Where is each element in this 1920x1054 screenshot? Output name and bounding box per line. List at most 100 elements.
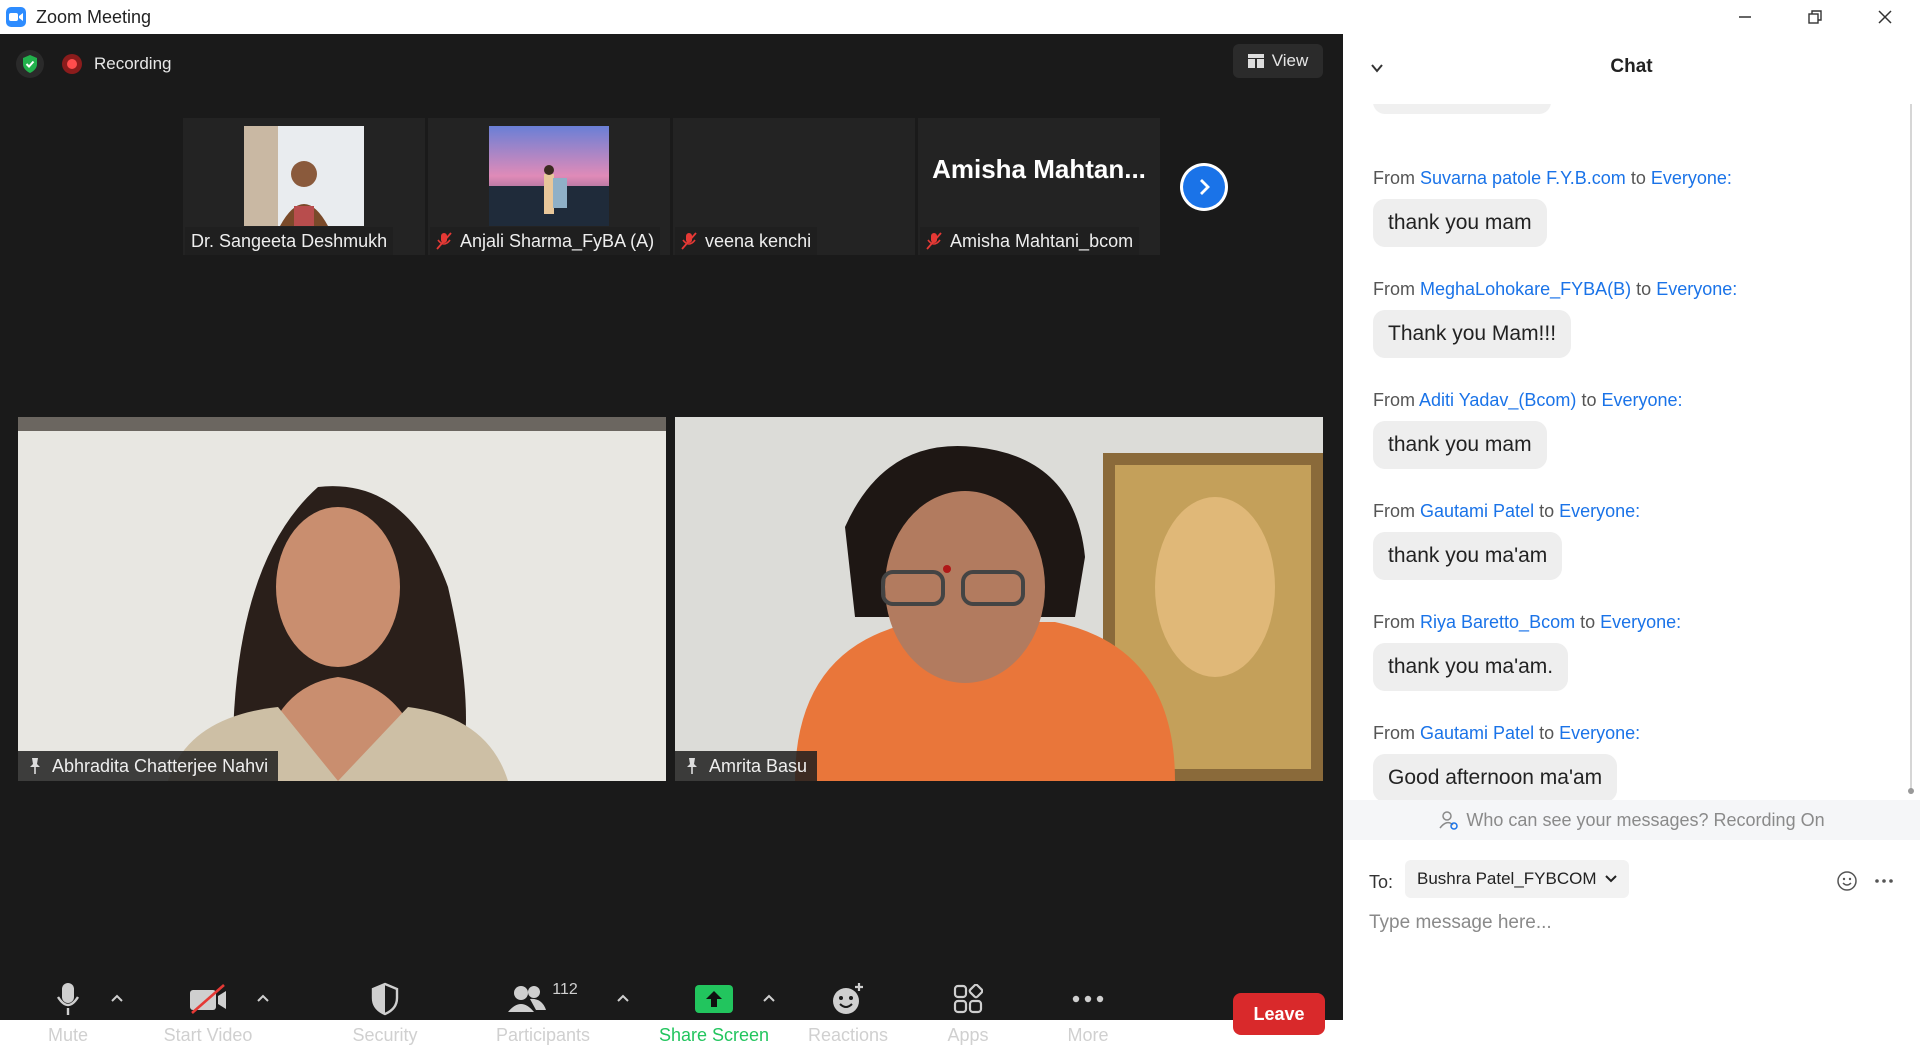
more-options-icon[interactable] [1873,870,1895,892]
start-video-label: Start Video [163,1025,253,1045]
muted-mic-icon [926,232,942,250]
recording-label: Recording [94,54,172,73]
message-header: From Riya Baretto_Bcom to Everyone: [1373,612,1682,632]
chevron-right-icon [1183,166,1225,208]
meeting-area: Recording View Dr. Sangeeta Deshmukh Anj… [0,34,1343,1045]
recipient-name[interactable]: Everyone: [1601,390,1682,410]
participant-count: 112 [552,981,578,998]
chat-scrollbar[interactable] [1908,104,1914,794]
message-header: From Suvarna patole F.Y.B.com to Everyon… [1373,168,1732,188]
apps-label: Apps [947,1025,989,1045]
more-button[interactable]: More [1058,969,1118,1054]
participant-name-label: Amrita Basu [675,751,818,781]
participant-thumbnail[interactable]: Anjali Sharma_FyBA (A) [428,118,670,255]
chat-message: From Suvarna patole F.Y.B.com to Everyon… [1373,168,1732,247]
participant-thumbnail[interactable]: veena kenchi [673,118,915,255]
reactions-label: Reactions [807,1025,889,1045]
recipient-name[interactable]: Everyone: [1559,501,1640,521]
apps-icon [953,984,983,1014]
share-screen-label: Share Screen [658,1025,770,1045]
previous-message-bubble [1373,104,1551,114]
chat-message-list[interactable]: From Suvarna patole F.Y.B.com to Everyon… [1343,104,1903,828]
sender-name[interactable]: MeghaLohokare_FYBA(B) [1420,279,1631,299]
recipient-name[interactable]: Everyone: [1651,168,1732,188]
participant-name-label: veena kenchi [675,227,818,255]
sender-name[interactable]: Riya Baretto_Bcom [1420,612,1575,632]
message-bubble: thank you mam [1373,199,1547,247]
message-input[interactable] [1369,906,1889,940]
recipient-name[interactable]: Everyone: [1600,612,1681,632]
start-video-button[interactable]: Start Video [156,969,260,1054]
message-bubble: thank you ma'am [1373,532,1563,580]
video-tile[interactable]: Abhradita Chatterjee Nahvi [18,417,666,781]
visibility-text: Who can see your messages? Recording On [1466,809,1825,830]
restore-button[interactable] [1780,0,1850,34]
zoom-app-icon [6,7,26,27]
participant-video [489,126,609,226]
share-screen-button[interactable]: Share Screen [658,969,770,1054]
message-header: From MeghaLohokare_FYBA(B) to Everyone: [1373,279,1738,299]
apps-button[interactable]: Apps [938,969,998,1054]
chat-title: Chat [1610,56,1653,77]
audio-options-caret-icon[interactable] [108,991,126,1005]
message-header: From Gautami Patel to Everyone: [1373,723,1641,743]
participants-options-caret-icon[interactable] [614,991,632,1005]
participant-name-label: Dr. Sangeeta Deshmukh [185,227,394,255]
reaction-emoji-icon [833,983,863,1014]
to-label: To: [1369,872,1394,892]
pin-icon [687,758,697,774]
participant-thumbnail[interactable]: Dr. Sangeeta Deshmukh [183,118,425,255]
more-label: More [1067,1025,1109,1045]
title-bar: Zoom Meeting [0,0,1920,34]
sender-name[interactable]: Aditi Yadav_(Bcom) [1419,390,1576,410]
muted-mic-icon [681,232,697,250]
chat-message: From MeghaLohokare_FYBA(B) to Everyone: … [1373,279,1737,358]
message-visibility-notice[interactable]: Who can see your messages? Recording On [1343,800,1920,840]
participant-video [244,126,364,226]
video-options-caret-icon[interactable] [254,991,272,1005]
video-tile[interactable]: Amrita Basu [675,417,1323,781]
chat-message: From Gautami Patel to Everyone: thank yo… [1373,501,1640,580]
participants-button[interactable]: 112 Participants [490,969,596,1054]
participant-name-label: Anjali Sharma_FyBA (A) [430,227,661,255]
chat-panel: Chat From Suvarna patole F.Y.B.com to Ev… [1343,34,1920,1020]
chat-compose: To: Bushra Patel_FYBCOM [1343,840,1920,1020]
leave-button[interactable]: Leave [1233,993,1325,1035]
chevron-down-icon [1604,875,1617,883]
participant-name-label: Abhradita Chatterjee Nahvi [18,751,279,781]
mute-label: Mute [47,1025,89,1045]
minimize-button[interactable] [1710,0,1780,34]
meeting-toolbar: Mute Start Video Security 112 Participan… [0,969,1343,1054]
recipient-name[interactable]: Everyone: [1559,723,1640,743]
sender-name[interactable]: Gautami Patel [1420,501,1534,521]
encryption-shield-icon[interactable] [16,50,44,78]
message-header: From Aditi Yadav_(Bcom) to Everyone: [1373,390,1683,410]
participant-name-label: Amisha Mahtani_bcom [920,227,1140,255]
sender-name[interactable]: Suvarna patole F.Y.B.com [1420,168,1626,188]
message-bubble: Thank you Mam!!! [1373,310,1572,358]
security-button[interactable]: Security [345,969,425,1054]
participant-video [18,417,666,781]
participant-thumbnail[interactable]: Amisha Mahtan... Amisha Mahtani_bcom [918,118,1160,255]
recipient-name[interactable]: Everyone: [1656,279,1737,299]
participants-label: Participants [495,1025,591,1045]
reactions-button[interactable]: Reactions [802,969,894,1054]
chat-header: Chat [1343,34,1920,104]
more-dots-icon [1072,995,1104,1003]
next-page-button[interactable] [1180,163,1228,211]
sender-name[interactable]: Gautami Patel [1420,723,1534,743]
mute-button[interactable]: Mute [38,969,98,1054]
grid-icon [1247,54,1264,68]
participant-video [675,417,1323,781]
chat-message: From Aditi Yadav_(Bcom) to Everyone: tha… [1373,390,1683,469]
emoji-icon[interactable] [1836,870,1858,892]
security-label: Security [352,1025,418,1045]
recipient-dropdown[interactable]: Bushra Patel_FYBCOM [1405,860,1629,898]
close-button[interactable] [1850,0,1920,34]
view-button[interactable]: View [1233,44,1323,78]
microphone-icon [56,983,80,1015]
recipient-value: Bushra Patel_FYBCOM [1417,869,1597,888]
recording-indicator[interactable]: Recording [62,50,172,78]
share-options-caret-icon[interactable] [760,991,778,1005]
share-screen-icon [695,985,733,1013]
